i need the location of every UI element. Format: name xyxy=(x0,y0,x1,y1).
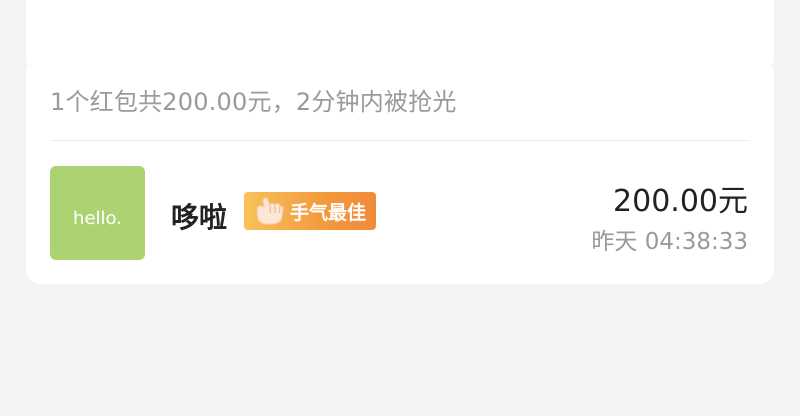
recipient-name: 哆啦 xyxy=(171,201,228,234)
avatar[interactable]: hello. xyxy=(50,166,145,260)
amount: 200.00元 xyxy=(613,184,748,219)
list-item[interactable]: hello. 哆啦 手气最佳 200.00元 昨天 04:38:33 xyxy=(50,164,748,260)
divider xyxy=(50,140,750,141)
red-packet-summary: 1个红包共200.00元，2分钟内被抢光 xyxy=(50,88,457,116)
timestamp: 昨天 04:38:33 xyxy=(591,229,748,255)
red-packet-detail-card: 1个红包共200.00元，2分钟内被抢光 hello. 哆啦 手气最佳 200.… xyxy=(26,58,774,284)
best-luck-badge: 手气最佳 xyxy=(244,192,377,230)
thumbs-up-hand-icon xyxy=(256,197,284,225)
badge-label: 手气最佳 xyxy=(290,201,367,224)
avatar-text: hello. xyxy=(73,207,122,229)
